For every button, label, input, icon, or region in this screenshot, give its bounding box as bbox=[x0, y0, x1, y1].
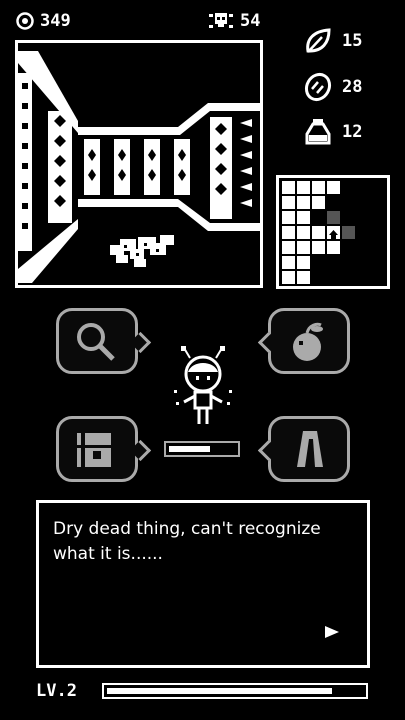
dungeon-view bbox=[15, 40, 263, 288]
seed-count: 28 bbox=[342, 77, 363, 97]
dead-thing-sprite bbox=[110, 235, 174, 267]
dialog-text: Dry dead thing, can't recognize what it … bbox=[53, 519, 321, 564]
leaf-icon bbox=[306, 28, 331, 53]
potion-icon bbox=[305, 119, 331, 145]
coin-icon bbox=[16, 12, 34, 30]
inventory-button[interactable] bbox=[56, 416, 152, 482]
exit-door-button[interactable] bbox=[257, 416, 350, 482]
magnifier-icon bbox=[77, 323, 115, 361]
character-sprite bbox=[174, 346, 232, 424]
kill-count: 54 bbox=[240, 11, 261, 31]
minimap bbox=[276, 175, 390, 289]
coin-counter: 349 bbox=[16, 8, 71, 34]
stamina-bar bbox=[164, 441, 240, 457]
use-food-button[interactable] bbox=[257, 308, 350, 374]
treasure-chest-icon bbox=[77, 433, 111, 467]
player-map-marker bbox=[327, 226, 340, 239]
kill-counter: 54 bbox=[208, 8, 260, 34]
player-character bbox=[166, 344, 240, 430]
leaf-count: 15 bbox=[342, 31, 363, 51]
seed-icon bbox=[304, 72, 332, 102]
skull-icon bbox=[209, 13, 233, 28]
potion-counter: 12 bbox=[302, 115, 398, 149]
apple-icon bbox=[293, 322, 323, 361]
level-label: LV.2 bbox=[36, 681, 77, 701]
dialog-box[interactable]: Dry dead thing, can't recognize what it … bbox=[36, 500, 370, 668]
seed-counter: 28 bbox=[302, 70, 398, 104]
coin-count: 349 bbox=[40, 11, 71, 31]
corridor-scene bbox=[18, 51, 260, 283]
exp-bar bbox=[102, 683, 368, 699]
stamina-bar-fill bbox=[169, 446, 210, 452]
leaf-counter: 15 bbox=[302, 24, 398, 58]
potion-count: 12 bbox=[342, 122, 363, 142]
exp-bar-fill bbox=[107, 688, 333, 694]
door-icon bbox=[297, 431, 323, 467]
inspect-button[interactable] bbox=[56, 308, 152, 374]
next-arrow-icon[interactable] bbox=[323, 625, 341, 639]
